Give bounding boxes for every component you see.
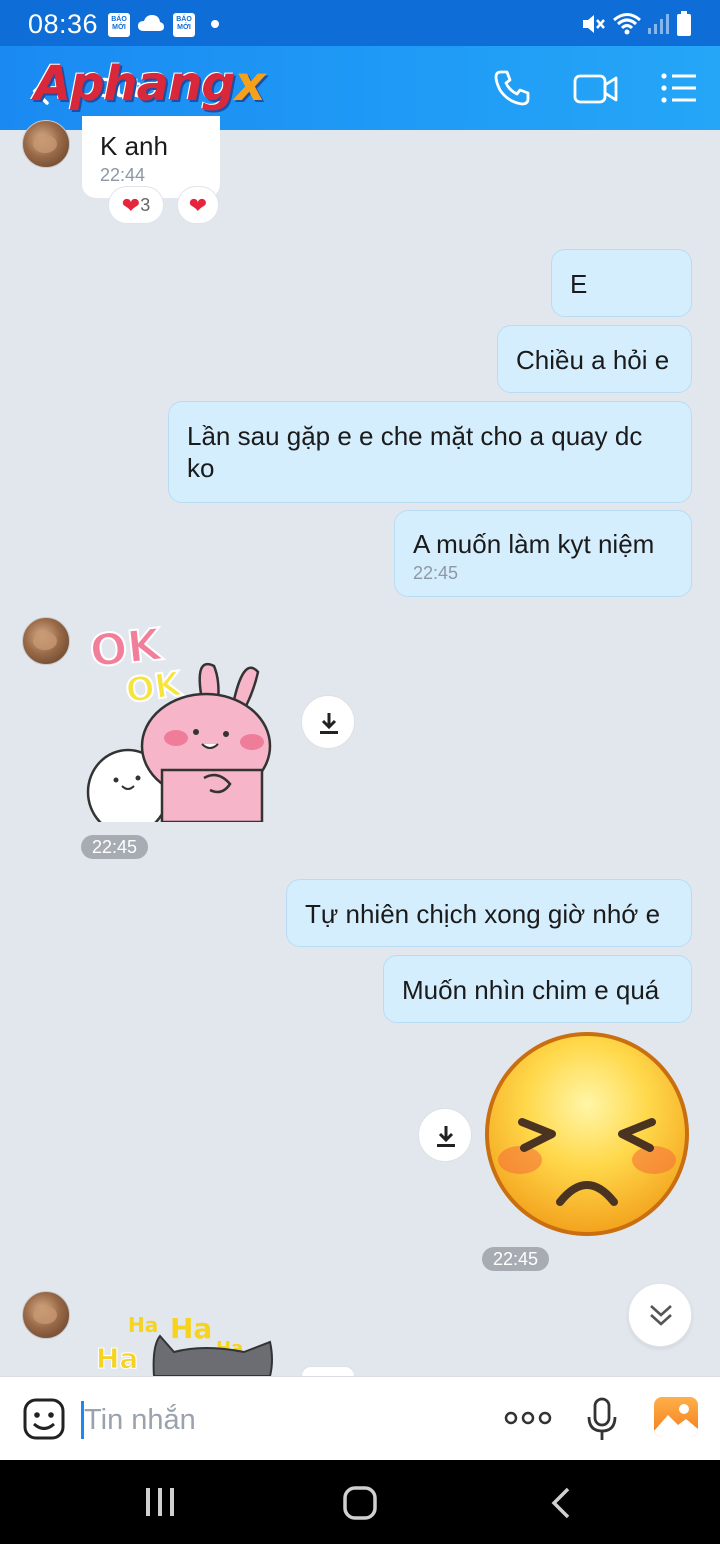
sent-message[interactable]: Chiều a hỏi e [497, 325, 692, 393]
sent-message[interactable]: Tự nhiên chịch xong giờ nhớ e [286, 879, 692, 947]
download-icon [437, 1126, 455, 1147]
wifi-icon [613, 13, 641, 35]
sent-message[interactable]: Muốn nhìn chim e quá [383, 955, 692, 1023]
message-text: Tự nhiên chịch xong giờ nhớ e [305, 899, 661, 929]
scroll-to-bottom-button[interactable] [628, 1283, 692, 1347]
react-button[interactable]: ❤ [177, 186, 219, 224]
message-time: 22:45 [81, 835, 149, 859]
sent-message[interactable]: E [551, 249, 692, 317]
nav-back-icon[interactable] [550, 1487, 572, 1519]
battery-icon [677, 11, 691, 36]
reaction-count: 3 [140, 195, 151, 215]
download-icon [320, 713, 338, 734]
system-nav-bar [0, 1460, 720, 1544]
sent-message[interactable]: Lần sau gặp e e che mặt cho a quay dc ko [168, 401, 692, 503]
double-chevron-down-icon [650, 1305, 672, 1326]
contact-avatar[interactable] [22, 120, 70, 168]
sticker-text: Ha [128, 1313, 158, 1337]
video-camera-icon[interactable] [573, 68, 619, 108]
status-bar: 08:36 BÁO MỚI BÁO MỚI [0, 0, 720, 46]
mute-icon [583, 15, 605, 33]
heart-icon: ❤ [121, 193, 141, 219]
signal-icon [648, 14, 669, 34]
contact-avatar[interactable] [22, 1291, 70, 1339]
message-text: K anh [100, 131, 168, 161]
gallery-button[interactable] [654, 1397, 698, 1437]
download-button[interactable] [301, 695, 355, 749]
sticker-pouting-face[interactable] [482, 1030, 692, 1240]
watermark-logo: Aphangx [34, 56, 266, 112]
message-time: 22:45 [482, 1247, 550, 1271]
more-icon[interactable] [504, 1407, 552, 1429]
message-text: Chiều a hỏi e [516, 345, 670, 375]
phone-icon[interactable] [492, 68, 532, 108]
sticker-laughing-cat[interactable]: Ha Ha Ha Ha [94, 1306, 284, 1376]
download-button[interactable] [418, 1108, 472, 1162]
notification-dot-icon [211, 20, 219, 28]
download-button[interactable] [301, 1366, 355, 1376]
microphone-icon[interactable] [586, 1397, 618, 1443]
news-app-icon: BÁO MỚI [173, 13, 195, 37]
message-composer [0, 1376, 720, 1460]
menu-icon[interactable] [658, 68, 698, 108]
status-time: 08:36 [28, 9, 99, 39]
home-icon[interactable] [342, 1485, 378, 1521]
contact-avatar[interactable] [22, 617, 70, 665]
sticker-text: Ha [96, 1342, 138, 1375]
recent-apps-icon[interactable] [144, 1487, 176, 1517]
news-app-icon: BÁO MỚI [108, 13, 130, 37]
reaction-summary[interactable]: ❤3 [108, 186, 164, 224]
message-text: Lần sau gặp e e che mặt cho a quay dc ko [187, 421, 643, 483]
message-time: 22:45 [413, 563, 459, 583]
message-time: 22:44 [100, 165, 146, 185]
sticker-text: Ha [170, 1312, 212, 1345]
heart-icon: ❤ [188, 193, 208, 219]
sticker-ok-rabbit[interactable]: OK OK [86, 620, 296, 822]
emoji-icon[interactable] [22, 1397, 66, 1441]
message-text: A muốn làm kyt niệm [413, 529, 655, 559]
message-text: Muốn nhìn chim e quá [402, 975, 660, 1005]
gallery-icon [654, 1404, 698, 1437]
sent-message[interactable]: A muốn làm kyt niệm 22:45 [394, 510, 692, 597]
message-text: E [570, 269, 588, 299]
message-input[interactable] [84, 1397, 484, 1443]
cloud-icon [138, 15, 164, 31]
